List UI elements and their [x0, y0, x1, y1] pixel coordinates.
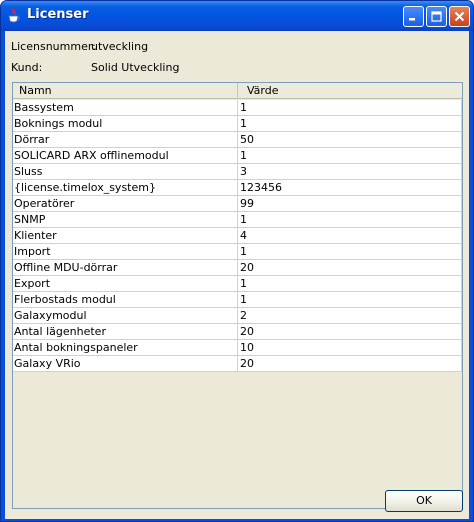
close-button[interactable]	[449, 6, 470, 27]
table-row[interactable]: Galaxymodul 2	[13, 308, 462, 324]
cell-value[interactable]: 4	[238, 228, 462, 244]
cell-value[interactable]: 2	[238, 308, 462, 324]
table-row[interactable]: SOLICARD ARX offlinemodul 1	[13, 148, 462, 164]
table-row[interactable]: Antal bokningspaneler 10	[13, 340, 462, 356]
cell-value[interactable]: 1	[238, 244, 462, 260]
table-row[interactable]: Sluss 3	[13, 164, 462, 180]
java-cup-icon	[7, 8, 21, 24]
cell-name[interactable]: Export	[13, 276, 238, 292]
cell-name[interactable]: {license.timelox_system}	[13, 180, 238, 196]
maximize-button[interactable]	[426, 6, 447, 27]
cell-name[interactable]: Boknings modul	[13, 116, 238, 132]
table-row[interactable]: Import 1	[13, 244, 462, 260]
table-row[interactable]: Flerbostads modul 1	[13, 292, 462, 308]
cell-name[interactable]: Antal lägenheter	[13, 324, 238, 340]
table-row[interactable]: SNMP 1	[13, 212, 462, 228]
cell-name[interactable]: Sluss	[13, 164, 238, 180]
cell-name[interactable]: Galaxymodul	[13, 308, 238, 324]
cell-value[interactable]: 99	[238, 196, 462, 212]
cell-value[interactable]: 123456	[238, 180, 462, 196]
table-row[interactable]: Export 1	[13, 276, 462, 292]
license-number-value: utveckling	[91, 40, 149, 53]
cell-name[interactable]: Galaxy VRio	[13, 356, 238, 372]
window-title: Licenser	[27, 7, 89, 22]
cell-name[interactable]: Import	[13, 244, 238, 260]
table-row[interactable]: Galaxy VRio 20	[13, 356, 462, 372]
table-row[interactable]: Bassystem 1	[13, 100, 462, 116]
table-row[interactable]: {license.timelox_system} 123456	[13, 180, 462, 196]
cell-name[interactable]: Klienter	[13, 228, 238, 244]
table-row[interactable]: Boknings modul 1	[13, 116, 462, 132]
cell-name[interactable]: SOLICARD ARX offlinemodul	[13, 148, 238, 164]
column-header-value[interactable]: Värde	[238, 83, 462, 99]
cell-value[interactable]: 1	[238, 276, 462, 292]
table-row[interactable]: Offline MDU-dörrar 20	[13, 260, 462, 276]
cell-name[interactable]: SNMP	[13, 212, 238, 228]
customer-value: Solid Utveckling	[91, 61, 180, 74]
cell-name[interactable]: Bassystem	[13, 100, 238, 116]
table-row[interactable]: Dörrar 50	[13, 132, 462, 148]
table-row[interactable]: Klienter 4	[13, 228, 462, 244]
close-icon	[454, 11, 465, 22]
cell-value[interactable]: 20	[238, 324, 462, 340]
dialog-content: Licensnummer: utveckling Kund: Solid Utv…	[5, 31, 469, 519]
column-header-name[interactable]: Namn	[13, 83, 238, 99]
cell-value[interactable]: 1	[238, 212, 462, 228]
cell-value[interactable]: 1	[238, 148, 462, 164]
maximize-icon	[431, 11, 442, 22]
table-header: Namn Värde	[13, 83, 462, 99]
title-bar[interactable]: Licenser	[1, 1, 473, 31]
cell-name[interactable]: Offline MDU-dörrar	[13, 260, 238, 276]
cell-value[interactable]: 1	[238, 100, 462, 116]
cell-value[interactable]: 3	[238, 164, 462, 180]
cell-value[interactable]: 20	[238, 260, 462, 276]
license-number-label: Licensnummer:	[11, 40, 96, 53]
cell-name[interactable]: Dörrar	[13, 132, 238, 148]
cell-value[interactable]: 50	[238, 132, 462, 148]
minimize-button[interactable]	[403, 6, 424, 27]
table-row[interactable]: Antal lägenheter 20	[13, 324, 462, 340]
cell-value[interactable]: 10	[238, 340, 462, 356]
cell-name[interactable]: Operatörer	[13, 196, 238, 212]
license-table: Namn Värde Bassystem 1 Boknings modul 1 Dörr…	[12, 82, 463, 509]
table-body: Bassystem 1 Boknings modul 1 Dörrar 50 SOLICAR…	[13, 100, 462, 372]
cell-value[interactable]: 20	[238, 356, 462, 372]
cell-name[interactable]: Antal bokningspaneler	[13, 340, 238, 356]
cell-value[interactable]: 1	[238, 292, 462, 308]
table-row[interactable]: Operatörer 99	[13, 196, 462, 212]
customer-label: Kund:	[11, 61, 43, 74]
cell-name[interactable]: Flerbostads modul	[13, 292, 238, 308]
cell-value[interactable]: 1	[238, 116, 462, 132]
licenser-window: Licenser Licensnummer: utveckling Kund: …	[0, 0, 474, 522]
ok-button[interactable]: OK	[385, 490, 463, 512]
minimize-icon	[409, 18, 415, 21]
